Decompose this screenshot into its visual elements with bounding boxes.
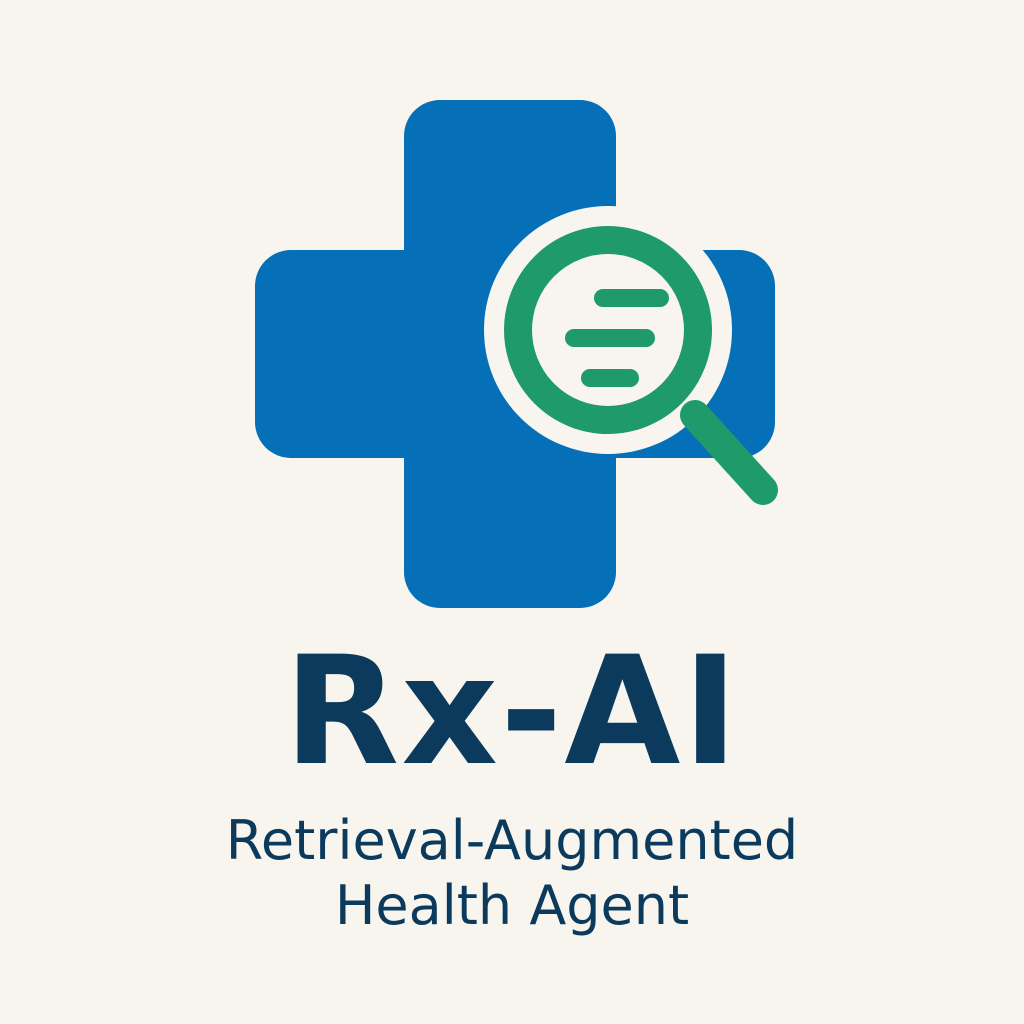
tagline-line-1: Retrieval-Augmented bbox=[225, 809, 799, 872]
logo-canvas: Rx-AI Retrieval-Augmented Health Agent bbox=[0, 0, 1024, 1024]
logo-emblem bbox=[255, 100, 778, 608]
tagline-line-2: Health Agent bbox=[334, 874, 690, 937]
brand-name: Rx-AI bbox=[283, 625, 741, 799]
